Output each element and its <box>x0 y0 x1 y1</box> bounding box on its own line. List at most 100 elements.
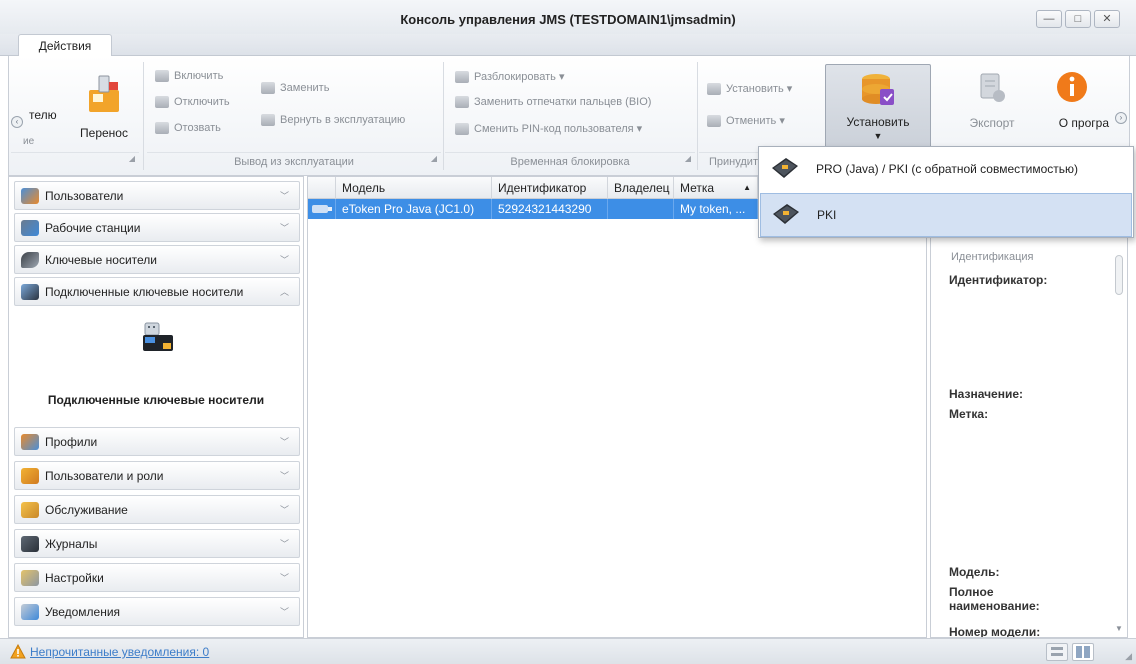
scroll-down-icon[interactable]: ▼ <box>1115 624 1123 633</box>
group-withdrawal-label: Вывод из эксплуатации <box>234 156 354 168</box>
view-split-button[interactable] <box>1072 643 1094 661</box>
minimize-button[interactable]: — <box>1036 10 1062 28</box>
column-header-label-text: Метка <box>680 181 715 195</box>
pin-icon <box>455 123 469 136</box>
details-identifier-label: Идентификатор: <box>949 273 1048 287</box>
chevron-up-icon: ︿ <box>279 287 289 297</box>
carriers-table: Модель Идентификатор Владелец Метка ▲ eTo… <box>307 176 928 638</box>
status-bar: Непрочитанные уведомления: 0 ◢ <box>0 638 1136 664</box>
title-bar: Консоль управления JMS (TESTDOMAIN1\jmsa… <box>0 0 1136 34</box>
sidebar-item-maintenance[interactable]: Обслуживание ﹀ <box>14 495 300 524</box>
revoke-icon <box>155 122 169 135</box>
users-roles-icon <box>21 467 39 484</box>
split-view-icon <box>1076 646 1090 658</box>
chevron-down-icon: ﹀ <box>279 471 289 481</box>
export-label: Экспорт <box>969 116 1015 130</box>
menu-item-pro-java-pki[interactable]: PRO (Java) / PKI (с обратной совместимос… <box>760 147 1132 191</box>
menu-item-pki[interactable]: PKI <box>760 193 1132 237</box>
list-view-icon <box>1051 647 1063 656</box>
install-small-icon <box>707 83 721 96</box>
navigation-sidebar: Пользователи ﹀ Рабочие станции ﹀ Ключевы… <box>8 176 304 638</box>
window-title: Консоль управления JMS (TESTDOMAIN1\jmsa… <box>400 12 736 27</box>
force-cancel-button[interactable]: Отменить ▾ <box>707 114 785 128</box>
ribbon-separator <box>143 62 144 170</box>
sort-ascending-icon: ▲ <box>743 183 751 192</box>
unlock-label: Разблокировать <box>474 71 556 83</box>
menu-item-label: PRO (Java) / PKI (с обратной совместимос… <box>816 162 1078 176</box>
sidebar-item-profiles[interactable]: Профили ﹀ <box>14 427 300 456</box>
connected-carriers-large-icon <box>143 322 173 351</box>
chevron-down-icon: ﹀ <box>279 223 289 233</box>
profiles-icon <box>21 433 39 450</box>
replace-icon <box>261 82 275 95</box>
transfer-button[interactable]: Перенос <box>75 64 133 144</box>
return-label: Вернуть в эксплуатацию <box>280 114 406 126</box>
enable-button[interactable]: Включить <box>155 70 224 83</box>
scrollbar-thumb[interactable] <box>1115 255 1123 295</box>
chevron-down-icon: ﹀ <box>279 437 289 447</box>
ribbon-scroll-left-button[interactable]: ‹ <box>11 116 23 128</box>
force-install-button[interactable]: Установить ▾ <box>707 82 792 96</box>
chevron-down-icon: ▼ <box>873 131 883 141</box>
replace-fingerprints-label: Заменить отпечатки пальцев (BIO) <box>474 96 652 108</box>
revoke-button[interactable]: Отозвать <box>155 122 221 135</box>
return-to-service-button[interactable]: Вернуть в эксплуатацию <box>261 114 406 127</box>
connected-carriers-title: Подключенные ключевые носители <box>47 393 265 407</box>
replace-label: Заменить <box>280 82 330 94</box>
replace-fingerprints-button[interactable]: Заменить отпечатки пальцев (BIO) <box>455 96 652 109</box>
maximize-button[interactable]: □ <box>1065 10 1091 28</box>
users-icon <box>21 187 39 204</box>
force-install-label: Установить <box>726 83 784 95</box>
export-button[interactable]: Экспорт <box>957 64 1027 144</box>
change-pin-label: Сменить PIN-код пользователя <box>474 123 634 135</box>
return-icon <box>261 114 275 127</box>
close-button[interactable]: ✕ <box>1094 10 1120 28</box>
ribbon-partial-label-2: ие <box>23 136 35 147</box>
sidebar-item-connected-carriers[interactable]: Подключенные ключевые носители ︿ <box>14 277 300 306</box>
column-header-owner[interactable]: Владелец <box>608 177 674 199</box>
tab-actions[interactable]: Действия <box>18 34 112 57</box>
disable-icon <box>155 96 169 109</box>
unread-notifications-link[interactable]: Непрочитанные уведомления: 0 <box>30 645 209 659</box>
about-button[interactable]: О програ <box>1031 64 1115 144</box>
chevron-down-icon: ﹀ <box>279 539 289 549</box>
sidebar-item-key-carriers[interactable]: Ключевые носители ﹀ <box>14 245 300 274</box>
menu-item-label: PKI <box>817 208 837 222</box>
token-device-icon <box>308 199 336 219</box>
ribbon-scroll-right-button[interactable]: › <box>1115 112 1127 124</box>
cell-owner <box>608 199 674 219</box>
sidebar-item-users-roles[interactable]: Пользователи и роли ﹀ <box>14 461 300 490</box>
sidebar-item-notifications[interactable]: Уведомления ﹀ <box>14 597 300 626</box>
column-header-label[interactable]: Метка ▲ <box>674 177 758 199</box>
resize-grip-icon[interactable]: ◢ <box>1125 651 1132 662</box>
force-cancel-label: Отменить <box>726 115 777 127</box>
column-header-model[interactable]: Модель <box>336 177 492 199</box>
sidebar-item-logs[interactable]: Журналы ﹀ <box>14 529 300 558</box>
cancel-small-icon <box>707 115 721 128</box>
chip-icon <box>773 204 799 224</box>
sidebar-item-workstations[interactable]: Рабочие станции ﹀ <box>14 213 300 242</box>
enable-label: Включить <box>174 70 224 82</box>
settings-icon <box>21 569 39 586</box>
enable-icon <box>155 70 169 83</box>
replace-button[interactable]: Заменить <box>261 82 330 95</box>
change-pin-button[interactable]: Сменить PIN-код пользователя ▾ <box>455 122 642 136</box>
column-header-identifier[interactable]: Идентификатор <box>492 177 608 199</box>
group-withdrawal: Вывод из эксплуатации ◢ <box>147 152 441 172</box>
unlock-button[interactable]: Разблокировать ▾ <box>455 70 565 84</box>
group-temp-lock: Временная блокировка ◢ <box>445 152 695 172</box>
revoke-label: Отозвать <box>174 122 221 134</box>
chevron-down-icon: ﹀ <box>279 255 289 265</box>
disable-button[interactable]: Отключить <box>155 96 230 109</box>
connected-carriers-panel <box>14 317 300 429</box>
sidebar-item-users[interactable]: Пользователи ﹀ <box>14 181 300 210</box>
transfer-icon <box>89 75 119 112</box>
group-temp-lock-label: Временная блокировка <box>510 156 630 168</box>
export-icon <box>980 73 1005 102</box>
connected-carriers-icon <box>21 283 39 300</box>
details-scrollbar[interactable]: ▼ <box>1113 253 1125 633</box>
sidebar-item-settings[interactable]: Настройки ﹀ <box>14 563 300 592</box>
view-list-button[interactable] <box>1046 643 1068 661</box>
fingerprint-icon <box>455 96 469 109</box>
unlock-icon <box>455 71 469 84</box>
